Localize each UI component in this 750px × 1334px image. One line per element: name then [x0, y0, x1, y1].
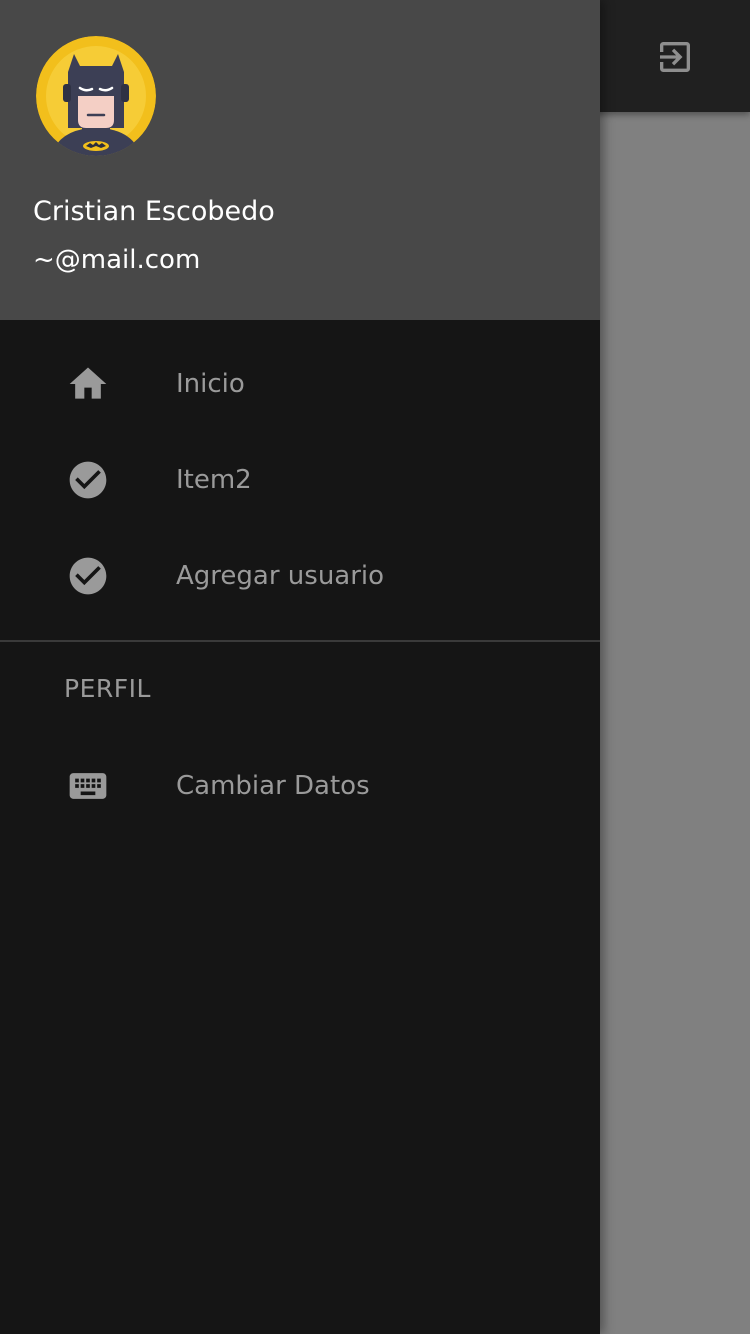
- section-title-perfil: PERFIL: [64, 674, 151, 703]
- drawer-header: Cristian Escobedo ~@mail.com: [0, 0, 600, 320]
- batman-avatar-icon: [36, 36, 156, 156]
- check-circle-icon: [66, 458, 110, 502]
- menu-item-inicio[interactable]: Inicio: [0, 336, 600, 432]
- menu-item-label: Cambiar Datos: [176, 771, 370, 801]
- divider: [0, 640, 600, 642]
- navigation-drawer: Cristian Escobedo ~@mail.com Inicio Item…: [0, 0, 600, 1334]
- keyboard-icon: [66, 764, 110, 808]
- home-icon: [66, 362, 110, 406]
- menu-item-cambiar-datos[interactable]: Cambiar Datos: [0, 738, 600, 834]
- exit-to-app-icon: [660, 42, 690, 72]
- menu-item-item2[interactable]: Item2: [0, 432, 600, 528]
- menu-item-label: Item2: [176, 465, 252, 495]
- menu-item-label: Agregar usuario: [176, 561, 385, 591]
- logout-button[interactable]: [644, 26, 706, 88]
- menu-item-agregar-usuario[interactable]: Agregar usuario: [0, 528, 600, 624]
- menu-item-label: Inicio: [176, 369, 245, 399]
- check-circle-icon: [66, 554, 110, 598]
- avatar[interactable]: [36, 36, 156, 156]
- user-email: ~@mail.com: [33, 245, 201, 275]
- user-name: Cristian Escobedo: [33, 196, 275, 227]
